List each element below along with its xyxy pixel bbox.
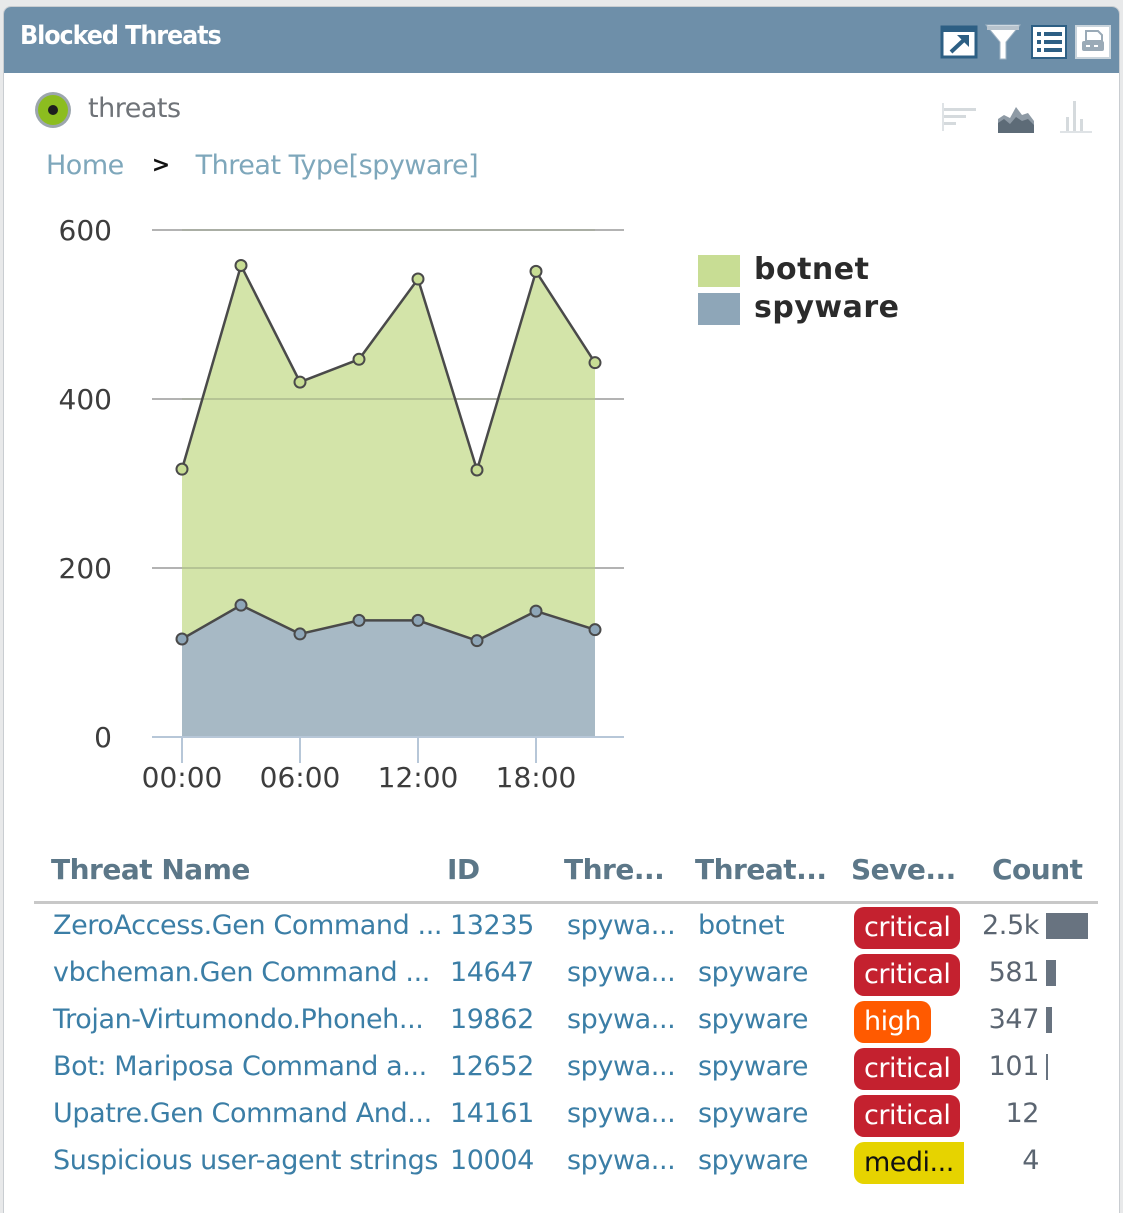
area-spyware — [182, 605, 595, 737]
threat-id-link[interactable]: 13235 — [450, 910, 534, 941]
y-tick-label: 600 — [59, 214, 112, 247]
data-point-spyware — [175, 632, 189, 646]
data-point-spyware — [411, 613, 425, 627]
threat-name-link[interactable]: Suspicious user-agent strings — [53, 1145, 438, 1176]
table-body: ZeroAccess.Gen Command ... 13235 spywa... b… — [34, 904, 1098, 1186]
x-tick-label: 06:00 — [260, 761, 341, 794]
count-bar — [1046, 913, 1088, 939]
count-value: 101 — [988, 1051, 1040, 1082]
x-tick-label: 18:00 — [496, 761, 577, 794]
threat-type-link[interactable]: spyware — [698, 957, 809, 988]
threats-table: Threat Name ID Thre... Threat... Seve...… — [34, 849, 1098, 1186]
legend-swatch-botnet — [698, 255, 740, 287]
data-point-spyware — [470, 634, 484, 648]
threat-type-link[interactable]: spyware — [698, 1098, 809, 1129]
count-bar — [1046, 960, 1056, 986]
threat-name-link[interactable]: ZeroAccess.Gen Command ... — [53, 910, 442, 941]
threat-id-link[interactable]: 14647 — [450, 957, 534, 988]
column-header-severity[interactable]: Seve... — [851, 853, 956, 886]
threat-name-link[interactable]: Bot: Mariposa Command a... — [53, 1051, 427, 1082]
data-point-botnet — [529, 264, 543, 278]
table-row[interactable]: Trojan-Virtumondo.Phoneh... 19862 spywa...… — [34, 998, 1098, 1045]
table-row[interactable]: vbcheman.Gen Command ... 14647 spywa... spy… — [34, 951, 1098, 998]
count-value: 347 — [988, 1004, 1040, 1035]
stacked-area-chart: 0 200 400 600 00:00 06:00 12:00 18:00 — [59, 214, 624, 794]
threat-type-link[interactable]: spyware — [698, 1051, 809, 1082]
data-point-spyware — [234, 598, 248, 612]
threat-category-link[interactable]: spywa... — [567, 1098, 676, 1129]
severity-badge: critical — [854, 1048, 961, 1090]
threat-id-link[interactable]: 19862 — [450, 1004, 534, 1035]
threat-name-link[interactable]: Upatre.Gen Command And... — [53, 1098, 432, 1129]
legend-label-botnet: botnet — [754, 252, 870, 287]
severity-badge: high — [854, 1001, 931, 1043]
y-tick-label: 0 — [94, 721, 112, 754]
count-value: 2.5k — [982, 910, 1039, 941]
threat-category-link[interactable]: spywa... — [567, 957, 676, 988]
y-tick-label: 400 — [59, 383, 112, 416]
count-bar — [1046, 1054, 1048, 1080]
severity-badge: critical — [854, 954, 961, 996]
threat-name-link[interactable]: Trojan-Virtumondo.Phoneh... — [53, 1004, 424, 1035]
data-point-botnet — [411, 272, 425, 286]
x-tick-label: 12:00 — [378, 761, 459, 794]
count-value: 581 — [988, 957, 1040, 988]
x-tick-label: 00:00 — [142, 761, 223, 794]
table-row[interactable]: ZeroAccess.Gen Command ... 13235 spywa... b… — [34, 904, 1098, 951]
y-tick-label: 200 — [59, 552, 112, 585]
threat-id-link[interactable]: 14161 — [450, 1098, 534, 1129]
threat-id-link[interactable]: 10004 — [450, 1145, 534, 1176]
count-value: 4 — [1022, 1145, 1039, 1176]
threat-type-link[interactable]: spyware — [698, 1145, 809, 1176]
column-header-threat-category[interactable]: Thre... — [564, 853, 665, 886]
data-point-spyware — [293, 627, 307, 641]
data-point-botnet — [470, 463, 484, 477]
threat-name-link[interactable]: vbcheman.Gen Command ... — [53, 957, 430, 988]
data-point-spyware — [352, 613, 366, 627]
severity-badge: critical — [854, 907, 961, 949]
column-header-count[interactable]: Count — [992, 853, 1083, 886]
column-header-threat-type[interactable]: Threat... — [695, 853, 827, 886]
threat-type-link[interactable]: spyware — [698, 1004, 809, 1035]
count-value: 12 — [1005, 1098, 1039, 1129]
threat-type-link[interactable]: botnet — [698, 910, 785, 941]
data-point-spyware — [588, 623, 602, 637]
count-bar — [1046, 1007, 1052, 1033]
column-header-threat-name[interactable]: Threat Name — [51, 853, 250, 886]
severity-badge: medi... — [854, 1142, 964, 1184]
table-header: Threat Name ID Thre... Threat... Seve...… — [34, 849, 1098, 904]
legend-label-spyware: spyware — [754, 290, 900, 325]
data-point-botnet — [175, 462, 189, 476]
threat-category-link[interactable]: spywa... — [567, 1145, 676, 1176]
data-point-botnet — [234, 258, 248, 272]
severity-badge: critical — [854, 1095, 961, 1137]
threat-category-link[interactable]: spywa... — [567, 1051, 676, 1082]
table-row[interactable]: Bot: Mariposa Command a... 12652 spywa... s… — [34, 1045, 1098, 1092]
legend-swatch-spyware — [698, 293, 740, 325]
data-point-spyware — [529, 604, 543, 618]
threat-id-link[interactable]: 12652 — [450, 1051, 534, 1082]
table-row[interactable]: Upatre.Gen Command And... 14161 spywa... sp… — [34, 1092, 1098, 1139]
data-point-botnet — [352, 352, 366, 366]
data-point-botnet — [293, 375, 307, 389]
blocked-threats-panel: Blocked Threats threats Home > Threat Ty… — [3, 6, 1120, 1213]
threat-category-link[interactable]: spywa... — [567, 1004, 676, 1035]
threat-category-link[interactable]: spywa... — [567, 910, 676, 941]
data-point-botnet — [588, 356, 602, 370]
table-row[interactable]: Suspicious user-agent strings 10004 spywa.… — [34, 1139, 1098, 1186]
column-header-id[interactable]: ID — [447, 853, 480, 886]
